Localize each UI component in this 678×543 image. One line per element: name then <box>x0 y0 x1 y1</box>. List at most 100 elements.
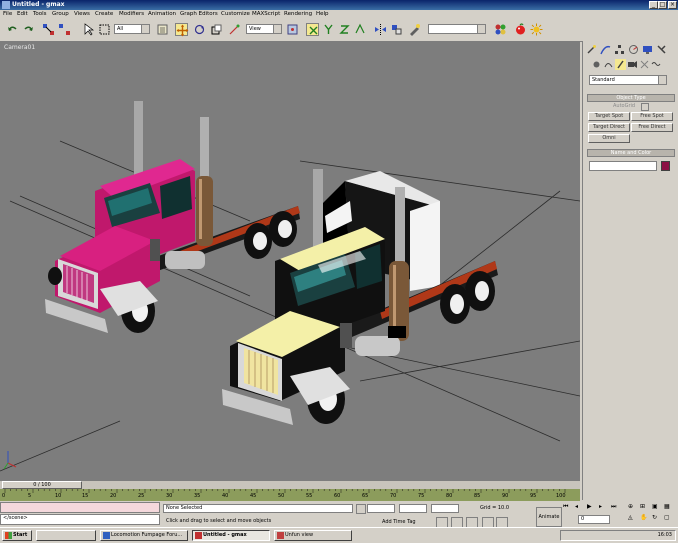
select-and-scale-icon[interactable] <box>210 23 223 36</box>
play-icon[interactable]: ▶ <box>587 503 592 510</box>
menu-modifiers[interactable]: Modifiers <box>119 11 144 17</box>
name-and-color-rollout-header[interactable]: Name and Color <box>587 149 675 157</box>
select-and-link-icon[interactable] <box>42 23 55 36</box>
zoom-extents-icon[interactable]: ▣ <box>652 503 658 510</box>
menu-group[interactable]: Group <box>52 11 69 17</box>
start-button[interactable]: Start <box>2 530 32 541</box>
select-and-rotate-icon[interactable] <box>193 23 206 36</box>
x-coordinate-field[interactable] <box>367 504 395 513</box>
windows-logo-icon <box>5 532 12 539</box>
menu-create[interactable]: Create <box>95 11 113 17</box>
cameras-icon[interactable] <box>627 59 638 70</box>
maxscript-listener-bottom[interactable]: </scene> <box>0 514 160 525</box>
shapes-icon[interactable] <box>603 59 614 70</box>
select-object-icon[interactable] <box>82 23 95 36</box>
goto-end-icon[interactable]: ⏭ <box>611 503 616 511</box>
free-direct-button[interactable]: Free Direct <box>631 123 673 132</box>
zoom-extents-all-icon[interactable]: ▦ <box>664 503 670 510</box>
next-frame-icon[interactable]: ▸ <box>599 503 602 510</box>
y-coordinate-field[interactable] <box>399 504 427 513</box>
menu-help[interactable]: Help <box>316 11 329 17</box>
redo-icon[interactable] <box>22 23 35 36</box>
taskbar-item-locomotion[interactable]: Locomotion Fumpage Foru... <box>100 530 188 541</box>
select-region-icon[interactable] <box>98 23 111 36</box>
goto-start-icon[interactable]: ⏮ <box>563 503 568 511</box>
helpers-icon[interactable] <box>639 59 650 70</box>
lock-selection-icon[interactable] <box>356 504 366 514</box>
pan-icon[interactable]: ✋ <box>640 514 647 521</box>
menu-customize[interactable]: Customize <box>221 11 250 17</box>
autogrid-checkbox[interactable] <box>641 103 649 111</box>
zoom-icon[interactable]: ⊕ <box>628 503 633 510</box>
quick-render-icon[interactable] <box>530 23 543 36</box>
pink-truck-model[interactable] <box>45 101 300 333</box>
restrict-to-y-icon[interactable] <box>322 23 335 36</box>
z-coordinate-field[interactable] <box>431 504 459 513</box>
unlink-selection-icon[interactable] <box>58 23 71 36</box>
named-selection-sets-dropdown[interactable] <box>428 24 486 34</box>
menu-graph-editors[interactable]: Graph Editors <box>180 11 218 17</box>
object-name-input[interactable] <box>589 161 657 171</box>
taskbar-item-unfun-view[interactable]: Unfun view <box>274 530 352 541</box>
lights-icon[interactable] <box>615 59 626 70</box>
maxscript-listener-top[interactable] <box>0 502 160 513</box>
add-time-tag-button[interactable]: Add Time Tag <box>382 519 416 525</box>
zoom-all-icon[interactable]: ⊞ <box>640 503 645 510</box>
task-label: Unfun view <box>285 532 314 538</box>
close-button[interactable]: × <box>668 1 677 9</box>
geometry-icon[interactable] <box>591 59 602 70</box>
viewport-label[interactable]: Camera01 <box>4 44 35 51</box>
minimize-button[interactable]: _ <box>649 1 658 9</box>
menu-animation[interactable]: Animation <box>148 11 176 17</box>
current-frame-field[interactable]: 0 <box>578 515 610 524</box>
restrict-to-z-icon[interactable] <box>338 23 351 36</box>
menu-tools[interactable]: Tools <box>33 11 47 17</box>
object-type-rollout-header[interactable]: Object Type <box>587 94 675 102</box>
tick-label: 80 <box>446 493 453 499</box>
track-bar[interactable]: 0 5 10 15 20 25 30 35 40 45 50 55 60 65 … <box>0 489 580 501</box>
select-by-name-icon[interactable] <box>156 23 169 36</box>
object-color-swatch[interactable] <box>661 161 670 171</box>
motion-tab-icon[interactable] <box>628 44 639 55</box>
use-pivot-point-center-icon[interactable] <box>286 23 299 36</box>
menu-rendering[interactable]: Rendering <box>284 11 312 17</box>
target-direct-button[interactable]: Target Direct <box>588 123 630 132</box>
restrict-to-plane-icon[interactable] <box>354 23 367 36</box>
camera-viewport[interactable]: Camera01 <box>0 41 580 481</box>
undo-icon[interactable] <box>6 23 19 36</box>
time-slider-thumb[interactable]: 0 / 100 <box>2 481 82 489</box>
omni-button[interactable]: Omni <box>588 134 630 143</box>
display-tab-icon[interactable] <box>642 44 653 55</box>
menu-maxscript[interactable]: MAXScript <box>252 11 280 17</box>
taskbar-item-gmax[interactable]: Untitled - gmax <box>192 530 270 541</box>
cream-truck-model[interactable] <box>222 169 498 425</box>
space-warps-icon[interactable] <box>651 59 662 70</box>
arc-rotate-icon[interactable]: ↻ <box>652 514 657 521</box>
align-icon[interactable] <box>390 23 403 36</box>
time-slider-track[interactable]: 0 / 100 <box>0 481 580 489</box>
menu-edit[interactable]: Edit <box>17 11 28 17</box>
render-scene-icon[interactable] <box>514 23 527 36</box>
mirror-icon[interactable] <box>374 23 387 36</box>
menu-file[interactable]: File <box>3 11 12 17</box>
utilities-tab-icon[interactable] <box>656 44 667 55</box>
maximize-button[interactable]: □ <box>658 1 667 9</box>
free-spot-button[interactable]: Free Spot <box>631 112 673 121</box>
modify-tab-icon[interactable] <box>600 44 611 55</box>
field-of-view-icon[interactable]: ◬ <box>628 514 633 521</box>
create-tab-icon[interactable] <box>586 44 597 55</box>
object-category-dropdown[interactable]: Standard <box>589 75 667 85</box>
maximize-viewport-icon[interactable]: ▢ <box>664 514 670 521</box>
previous-frame-icon[interactable]: ◂ <box>575 503 578 510</box>
material-editor-icon[interactable] <box>494 23 507 36</box>
select-and-move-icon[interactable] <box>175 23 189 37</box>
place-highlight-icon[interactable] <box>408 23 421 36</box>
restrict-to-x-icon[interactable] <box>306 23 319 36</box>
hierarchy-tab-icon[interactable] <box>614 44 625 55</box>
menu-views[interactable]: Views <box>74 11 90 17</box>
reference-coordinate-dropdown[interactable]: View <box>246 24 282 34</box>
select-and-manipulate-icon[interactable] <box>228 23 241 36</box>
animate-button[interactable]: Animate <box>536 507 562 527</box>
selection-filter-dropdown[interactable]: All <box>114 24 150 34</box>
target-spot-button[interactable]: Target Spot <box>588 112 630 121</box>
